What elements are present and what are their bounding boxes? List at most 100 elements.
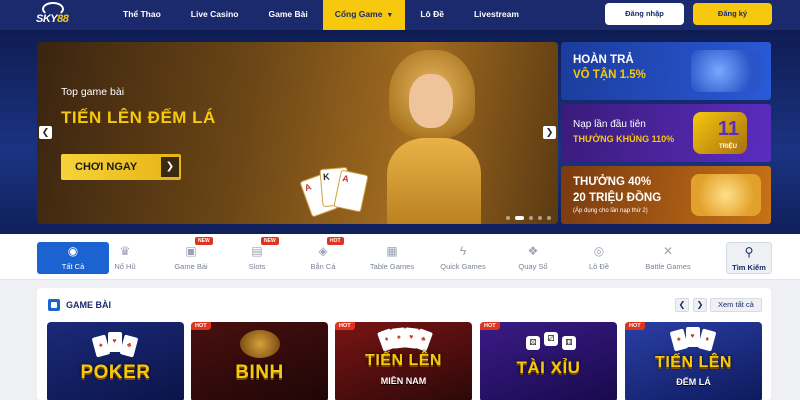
pagination-dot[interactable] — [529, 216, 533, 220]
sky88-logo[interactable]: SKY88 — [36, 2, 78, 28]
model-dress — [387, 138, 481, 224]
dice-icon: ⚂ — [544, 332, 558, 346]
lotto-icon: ◎ — [593, 244, 605, 258]
chevron-down-icon: ▼ — [386, 12, 394, 19]
dice-icon: ⚄ — [526, 336, 540, 350]
category-ban-ca[interactable]: HOT ◈ Bắn Cá — [291, 237, 355, 274]
category-no-hu[interactable]: ♛ Nổ Hũ — [93, 242, 157, 274]
hot-badge: HOT — [625, 322, 645, 330]
model-face — [409, 74, 453, 128]
emblem-icon — [239, 330, 280, 358]
pagination-dot[interactable] — [538, 216, 542, 220]
see-all-button[interactable]: Xem tất cả — [710, 298, 762, 312]
category-quick-games[interactable]: ϟ Quick Games — [431, 242, 495, 274]
game-tile-tien-len-mien-nam[interactable]: HOT ♦ ♠ ♥ ♣ TIẾN LÊN MIỀN NAM — [335, 322, 472, 400]
swords-icon: ✕ — [662, 244, 674, 258]
category-label: Nổ Hũ — [114, 262, 136, 271]
login-button[interactable]: Đăng nhập — [605, 3, 684, 25]
hot-badge: HOT — [335, 322, 355, 330]
main-banner[interactable]: Top game bài TIẾN LÊN ĐẾM LÁ CHƠI NGAY ❯… — [37, 42, 558, 224]
game-name: TIẾN LÊN — [365, 352, 442, 369]
category-label: Quay Số — [518, 262, 548, 271]
promo-banner-second-deposit[interactable]: THƯỞNG 40% 20 TRIỆU ĐỒNG (Áp dụng cho lầ… — [561, 166, 771, 224]
game-name: TIẾN LÊN — [655, 354, 732, 371]
nav-lo-de[interactable]: Lô Đề — [405, 0, 459, 30]
nav-game-bai[interactable]: Game Bài — [254, 0, 323, 30]
chevron-left-icon: ❮ — [41, 127, 50, 137]
game-tile-binh[interactable]: HOT BINH — [191, 322, 328, 400]
promo-note: (Áp dụng cho lần nạp thứ 2) — [573, 208, 648, 214]
hot-badge: HOT — [191, 322, 211, 330]
promo-banner-first-deposit[interactable]: Nạp lần đầu tiên THƯỞNG KHỦNG 110% 11 TR… — [561, 104, 771, 162]
play-now-label: CHƠI NGAY — [75, 161, 138, 173]
game-name: POKER — [80, 362, 151, 383]
game-tile-tien-len-dem-la[interactable]: HOT ♠ ♥ ♦ TIẾN LÊN ĐẾM LÁ — [625, 322, 762, 400]
game-bai-section: GAME BÀI ❮ ❯ Xem tất cả ♠ ♥ ♣ POKER HOT … — [37, 288, 771, 400]
category-label: Tìm Kiếm — [732, 263, 766, 272]
card-icon: ♥ — [685, 327, 700, 347]
nav-livestream[interactable]: Livestream — [459, 0, 534, 30]
logo-text: SKY88 — [36, 13, 69, 25]
game-name: BINH — [235, 362, 284, 383]
category-slots[interactable]: NEW ▤ Slots — [225, 237, 289, 274]
nav-cong-game[interactable]: Cổng Game ▼ — [322, 0, 406, 30]
category-label: Battle Games — [645, 262, 691, 271]
main-nav: Thể Thao Live Casino Game Bài Cổng Game ▼… — [108, 0, 534, 30]
banner-next-arrow[interactable]: ❯ — [543, 126, 556, 139]
search-icon: ⚲ — [744, 245, 754, 259]
banner-prev-arrow[interactable]: ❮ — [39, 126, 52, 139]
category-label: Lô Đề — [588, 262, 609, 271]
chevron-right-icon: ❯ — [545, 127, 554, 137]
category-search[interactable]: ⚲ Tìm Kiếm — [726, 242, 772, 274]
category-game-bai[interactable]: NEW ▣ Game Bài — [159, 237, 223, 274]
section-prev-button[interactable]: ❮ — [675, 298, 689, 312]
nav-the-thao[interactable]: Thể Thao — [108, 0, 176, 30]
game-subname: ĐẾM LÁ — [676, 377, 711, 387]
category-bar: ◉ Tất Cả ♛ Nổ Hũ NEW ▣ Game Bài NEW ▤ Sl… — [0, 234, 800, 280]
game-tile-poker[interactable]: ♠ ♥ ♣ POKER — [47, 322, 184, 400]
lottery-icon: ❖ — [527, 244, 539, 258]
promo-line1: THƯỞNG 40% — [573, 176, 652, 188]
chevron-right-icon: ❯ — [161, 157, 179, 177]
category-battle-games[interactable]: ✕ Battle Games — [636, 242, 700, 274]
dice-icon: ⚅ — [562, 336, 576, 350]
pagination-dot[interactable] — [547, 216, 551, 220]
lightning-icon: ϟ — [459, 244, 467, 258]
top-navbar: SKY88 Thể Thao Live Casino Game Bài Cổng… — [0, 0, 800, 30]
banner-title: TIẾN LÊN ĐẾM LÁ — [61, 108, 216, 127]
card-icon: ♥ — [107, 332, 122, 352]
hot-badge: HOT — [327, 237, 344, 245]
cards-icon: ▣ — [185, 244, 197, 258]
promo-line2: THƯỞNG KHỦNG 110% — [573, 134, 675, 144]
register-button[interactable]: Đăng ký — [693, 3, 772, 25]
category-label: Table Games — [369, 262, 415, 271]
promo-line2: 20 TRIỆU ĐỒNG — [573, 192, 662, 204]
section-next-button[interactable]: ❯ — [693, 298, 707, 312]
card-icon: ♣ — [119, 334, 138, 358]
hot-badge: HOT — [480, 322, 500, 330]
all-icon: ◉ — [67, 244, 79, 258]
section-title: GAME BÀI — [66, 300, 111, 310]
play-now-button[interactable]: CHƠI NGAY ❯ — [61, 154, 181, 180]
nav-cong-game-label: Cổng Game — [334, 9, 383, 19]
promo-line1: HOÀN TRẢ — [573, 54, 634, 66]
poker-cards-icon: ♠ ♥ ♣ — [86, 330, 146, 360]
model-illustration — [367, 42, 497, 224]
new-badge: NEW — [195, 237, 213, 245]
category-table-games[interactable]: ▦ Table Games — [360, 242, 424, 274]
game-name: TÀI XỈU — [516, 358, 581, 377]
pagination-dot[interactable] — [506, 216, 510, 220]
category-label: Slots — [248, 262, 266, 271]
slot-machine-icon — [691, 50, 761, 92]
chevron-right-icon: ❯ — [696, 300, 704, 309]
category-quay-so[interactable]: ❖ Quay Số — [501, 242, 565, 274]
pagination-dot-active[interactable] — [515, 216, 524, 220]
promo-banner-cashback[interactable]: HOÀN TRẢ VÔ TẬN 1.5% — [561, 42, 771, 100]
fish-icon: ◈ — [318, 244, 328, 258]
category-label: Game Bài — [174, 262, 208, 271]
promo-line2: VÔ TẬN 1.5% — [573, 69, 646, 81]
category-lo-de[interactable]: ◎ Lô Đề — [567, 242, 631, 274]
game-subname: MIỀN NAM — [380, 376, 427, 386]
nav-live-casino[interactable]: Live Casino — [176, 0, 254, 30]
game-tile-tai-xiu[interactable]: HOT ⚄ ⚂ ⚅ TÀI XỈU — [480, 322, 617, 400]
